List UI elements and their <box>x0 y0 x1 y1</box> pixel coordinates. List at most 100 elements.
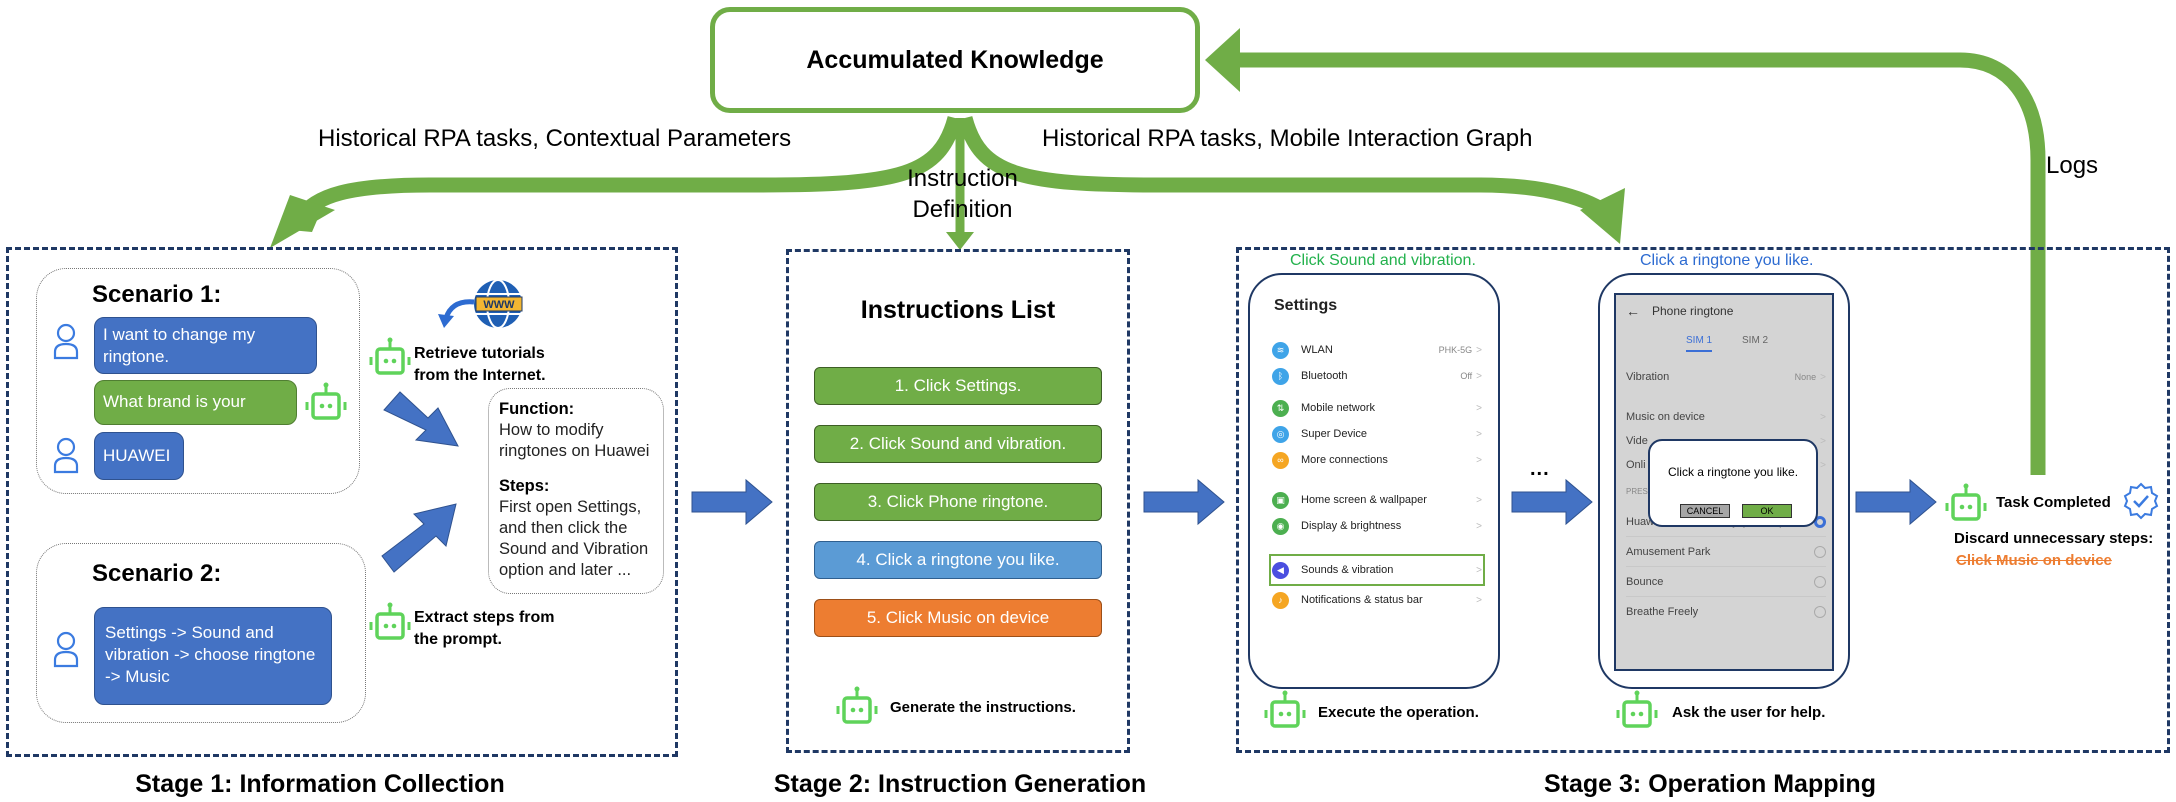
phone2-caption: Click a ringtone you like. <box>1640 252 1814 269</box>
arrow-phone1-to-phone2 <box>1511 478 1593 526</box>
robot-icon <box>1945 483 1987 521</box>
stage3-caption: Stage 3: Operation Mapping <box>1544 770 1876 798</box>
center-flow-label-1: Instruction <box>907 165 1018 192</box>
knowledge-title: Accumulated Knowledge <box>806 45 1104 74</box>
arrow-stage1-to-stage2 <box>691 478 773 526</box>
tab-sim2[interactable]: SIM 2 <box>1742 335 1768 346</box>
left-flow-label: Historical RPA tasks, Contextual Paramet… <box>318 125 792 152</box>
settings-row[interactable]: ◎ Super Device > <box>1272 421 1482 447</box>
settings-row-label: Display & brightness <box>1301 520 1402 532</box>
logs-label: Logs <box>2046 152 2099 179</box>
chevron-right-icon: > <box>1476 370 1482 382</box>
arrow-head-knowledge <box>1205 28 1240 92</box>
verified-check-icon <box>2123 482 2159 520</box>
discard-label: Discard unnecessary steps: <box>1954 530 2154 547</box>
ringtone-title: Phone ringtone <box>1652 304 1734 318</box>
globe-label: WWW <box>483 299 515 311</box>
wallpaper-icon: ▣ <box>1272 491 1289 509</box>
settings-row[interactable]: ᛒ Bluetooth Off > <box>1272 363 1482 389</box>
extract-caption-2: the prompt. <box>414 631 502 648</box>
arrow-down-right <box>383 391 459 447</box>
dialog-ok-button[interactable]: OK <box>1742 504 1792 518</box>
robot-icon <box>1264 690 1306 728</box>
robot-icon <box>836 686 878 724</box>
preset-label: PRES <box>1626 487 1648 496</box>
extract-caption-1: Extract steps from <box>414 609 555 626</box>
chevron-right-icon: > <box>1476 564 1482 576</box>
arrow-head-stage2 <box>946 232 974 250</box>
settings-row[interactable]: ≋ WLAN PHK-5G > <box>1272 337 1482 363</box>
settings-row[interactable]: ♪ Notifications & status bar > <box>1272 587 1482 613</box>
ringtone-dialog: Click a ringtone you like. CANCEL OK <box>1648 439 1818 527</box>
instruction-item: 5. Click Music on device <box>814 599 1102 637</box>
ringtone-row[interactable]: Breathe Freely <box>1626 597 1826 626</box>
dialog-cancel-button[interactable]: CANCEL <box>1680 504 1730 518</box>
instruction-item: 1. Click Settings. <box>814 367 1102 405</box>
user-icon <box>53 323 79 360</box>
function-box: Function: How to modify ringtones on Hua… <box>488 388 664 594</box>
user-message-2: HUAWEI <box>94 432 184 480</box>
center-flow-label-2: Definition <box>912 196 1013 223</box>
ringtone-row[interactable]: Bounce <box>1626 567 1826 597</box>
eye-icon: ◉ <box>1272 517 1289 535</box>
phone2-ringtone-screen: ← Phone ringtone SIM 1 SIM 2 Vibration N… <box>1598 273 1850 689</box>
arrow-stage2-to-stage3 <box>1143 478 1225 526</box>
dialog-text: Click a ringtone you like. <box>1667 465 1799 479</box>
super-device-icon: ◎ <box>1272 425 1289 443</box>
robot-icon <box>369 602 411 640</box>
discarded-step: Click Music on device <box>1956 552 2112 569</box>
user-icon <box>53 631 79 668</box>
bell-icon: ♪ <box>1272 591 1289 609</box>
wifi-icon: ≋ <box>1272 341 1289 359</box>
settings-row-label: Bluetooth <box>1301 370 1348 382</box>
settings-row[interactable]: ▣ Home screen & wallpaper > <box>1272 487 1482 513</box>
chevron-right-icon: > <box>1476 520 1482 532</box>
generate-caption: Generate the instructions. <box>890 699 1076 716</box>
blue-arrows-to-function <box>381 391 459 573</box>
back-arrow-icon[interactable]: ← <box>1626 303 1640 319</box>
vibration-value: None <box>1794 372 1817 382</box>
scenario2-user-message: Settings -> Sound and vibration -> choos… <box>94 607 332 705</box>
chevron-right-icon: > <box>1476 428 1482 440</box>
steps-text: First open Settings, and then click the … <box>499 498 649 579</box>
ask-user-caption: Ask the user for help. <box>1672 704 1826 721</box>
robot-icon <box>305 382 347 420</box>
radio-unselected-icon[interactable] <box>1814 575 1826 588</box>
bluetooth-icon: ᛒ <box>1272 367 1289 385</box>
settings-row-label: Mobile network <box>1301 402 1375 414</box>
radio-unselected-icon[interactable] <box>1814 545 1826 558</box>
vibration-row[interactable]: Vibration None > <box>1626 371 1826 383</box>
settings-row-value: Off <box>1460 371 1473 381</box>
link-icon: ∞ <box>1272 451 1289 469</box>
settings-row[interactable]: ⇅ Mobile network > <box>1272 395 1482 421</box>
function-label: Function: <box>499 400 575 418</box>
settings-row[interactable]: ◀ Sounds & vibration > <box>1269 554 1485 586</box>
mobile-network-icon: ⇅ <box>1272 399 1289 417</box>
robot-icon <box>369 337 411 375</box>
instructions-title: Instructions List <box>860 296 1056 324</box>
settings-row[interactable]: ∞ More connections > <box>1272 447 1482 473</box>
tab-sim1-underline <box>1686 350 1712 352</box>
speaker-icon: ◀ <box>1272 561 1289 579</box>
radio-unselected-icon[interactable] <box>1814 605 1826 618</box>
task-completed-label: Task Completed <box>1996 494 2111 511</box>
music-label: Music on device <box>1626 411 1705 423</box>
chevron-right-icon: > <box>1476 402 1482 414</box>
tab-sim1[interactable]: SIM 1 <box>1686 335 1712 346</box>
accumulated-knowledge-box: Accumulated Knowledge <box>710 7 1200 113</box>
vibration-label: Vibration <box>1626 371 1670 383</box>
ringtone-row[interactable]: Amusement Park <box>1626 537 1826 567</box>
phone1-caption: Click Sound and vibration. <box>1290 252 1476 269</box>
settings-row[interactable]: ◉ Display & brightness > <box>1272 513 1482 539</box>
settings-row-value: PHK-5G <box>1438 345 1473 355</box>
stage2-caption: Stage 2: Instruction Generation <box>773 770 1147 798</box>
user-icon <box>53 437 79 474</box>
steps-label: Steps: <box>499 477 550 495</box>
settings-row-label: More connections <box>1301 454 1388 466</box>
music-on-device-row[interactable]: Music on device > <box>1626 411 1826 423</box>
scenario2-title: Scenario 2: <box>92 560 222 587</box>
settings-row-label: WLAN <box>1301 344 1333 356</box>
right-flow-label: Historical RPA tasks, Mobile Interaction… <box>1042 125 1533 152</box>
chevron-right-icon: > <box>1476 594 1482 606</box>
robot-icon <box>1616 690 1658 728</box>
